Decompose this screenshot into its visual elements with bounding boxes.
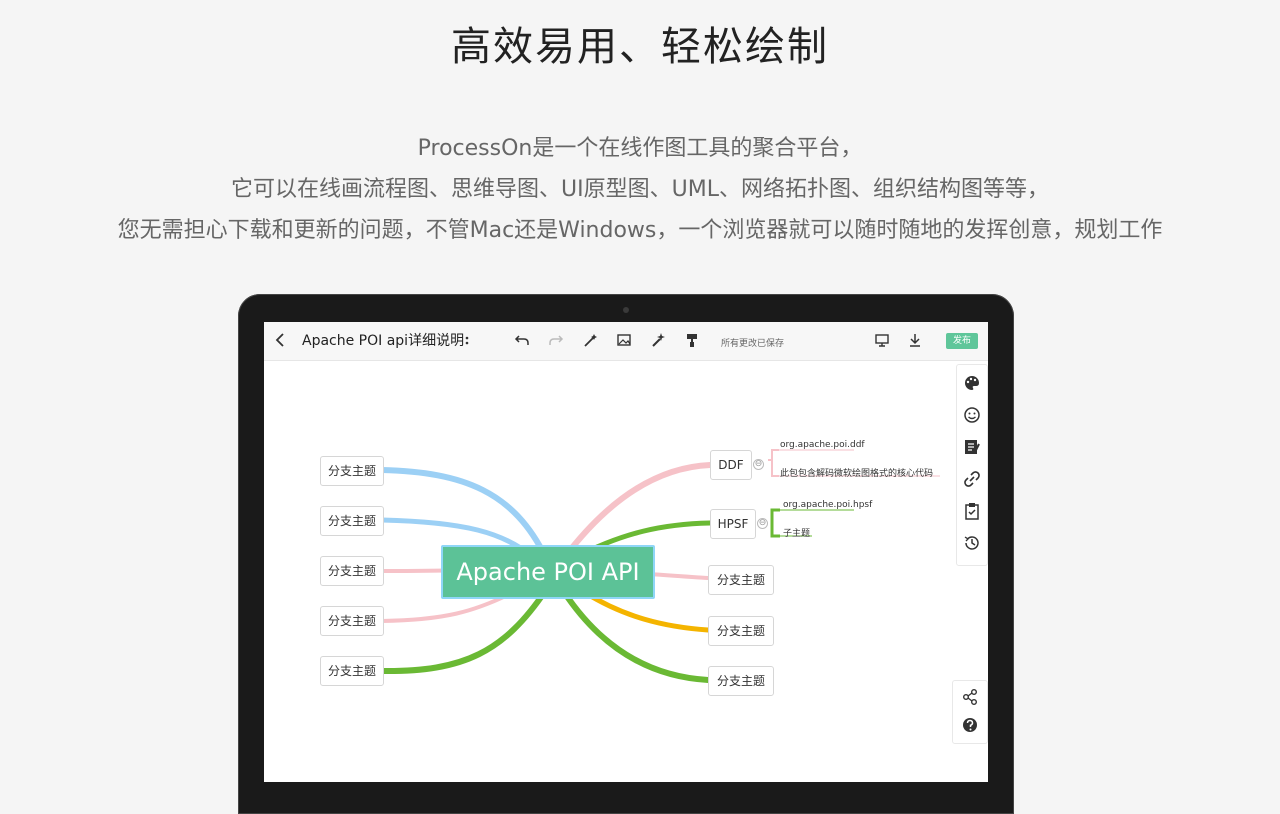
collapse-ddf-icon[interactable]: ⊖ <box>753 459 764 470</box>
undo-icon[interactable] <box>514 332 530 353</box>
left-topic-5[interactable]: 分支主题 <box>320 656 384 686</box>
image-icon[interactable] <box>616 332 632 353</box>
present-icon[interactable] <box>874 332 890 353</box>
intro-line-3: 您无需担心下载和更新的问题，不管Mac还是Windows，一个浏览器就可以随时随… <box>117 218 1163 243</box>
hpsf-child-2[interactable]: 子主题 <box>783 526 810 539</box>
magic-wand-icon[interactable] <box>582 332 598 353</box>
intro-line-2: 它可以在线画流程图、思维导图、UI原型图、UML、网络拓扑图、组织结构图等等， <box>231 177 1049 202</box>
ddf-child-2[interactable]: 此包包含解码微软绘图格式的核心代码 <box>780 466 933 479</box>
side-toolbar <box>956 364 988 566</box>
branch-line-l5 <box>379 587 549 675</box>
editor-screen: 分支主题 分支主题 分支主题 分支主题 分支主题 Apache POI API … <box>264 322 988 782</box>
format-brush-icon[interactable] <box>684 332 700 353</box>
sub-bracket-hpsf <box>770 508 780 538</box>
more-icon[interactable] <box>464 332 470 353</box>
history-icon[interactable] <box>962 533 982 553</box>
mindmap-canvas[interactable]: 分支主题 分支主题 分支主题 分支主题 分支主题 Apache POI API … <box>264 322 988 782</box>
intro-line-1: ProcessOn是一个在线作图工具的聚合平台， <box>417 136 863 161</box>
right-topic-5[interactable]: 分支主题 <box>708 666 774 696</box>
intro-text: ProcessOn是一个在线作图工具的聚合平台， 它可以在线画流程图、思维导图、… <box>0 128 1280 251</box>
side-toolbar-bottom <box>952 680 988 744</box>
left-topic-1[interactable]: 分支主题 <box>320 456 384 486</box>
left-topic-2[interactable]: 分支主题 <box>320 506 384 536</box>
left-topic-4[interactable]: 分支主题 <box>320 606 384 636</box>
palette-icon[interactable] <box>962 373 982 393</box>
branch-line-r3 <box>648 572 710 580</box>
page-headline: 高效易用、轻松绘制 <box>451 24 829 70</box>
save-status: 所有更改已保存 <box>721 339 785 349</box>
emoji-icon[interactable] <box>962 405 982 425</box>
document-title[interactable]: Apache POI api详细说明 <box>302 332 464 350</box>
download-icon[interactable] <box>907 332 923 353</box>
hpsf-child-1[interactable]: org.apache.poi.hpsf <box>783 500 872 510</box>
collapse-hpsf-icon[interactable]: ⊖ <box>757 518 768 529</box>
sub-bracket-ddf <box>768 449 779 477</box>
link-icon[interactable] <box>962 469 982 489</box>
back-icon[interactable] <box>274 332 286 353</box>
ddf-child-1[interactable]: org.apache.poi.ddf <box>780 440 865 450</box>
left-topic-3[interactable]: 分支主题 <box>320 556 384 586</box>
root-topic[interactable]: Apache POI API <box>441 545 655 599</box>
help-icon[interactable] <box>960 715 980 735</box>
publish-button[interactable]: 发布 <box>946 333 978 349</box>
right-topic-4[interactable]: 分支主题 <box>708 616 774 646</box>
clipboard-icon[interactable] <box>962 501 982 521</box>
share-icon[interactable] <box>960 687 980 707</box>
right-topic-3[interactable]: 分支主题 <box>708 565 774 595</box>
right-topic-hpsf[interactable]: HPSF <box>710 509 756 539</box>
right-topic-ddf[interactable]: DDF <box>710 450 752 480</box>
note-icon[interactable] <box>962 437 982 457</box>
laptop-frame: 分支主题 分支主题 分支主题 分支主题 分支主题 Apache POI API … <box>238 294 1014 814</box>
camera-dot <box>623 307 629 313</box>
branch-line-r5 <box>561 589 711 683</box>
redo-icon[interactable] <box>548 332 564 353</box>
sparkle-icon[interactable] <box>650 332 666 353</box>
editor-toolbar: Apache POI api详细说明 所有更改已保存 发布 <box>264 322 988 361</box>
